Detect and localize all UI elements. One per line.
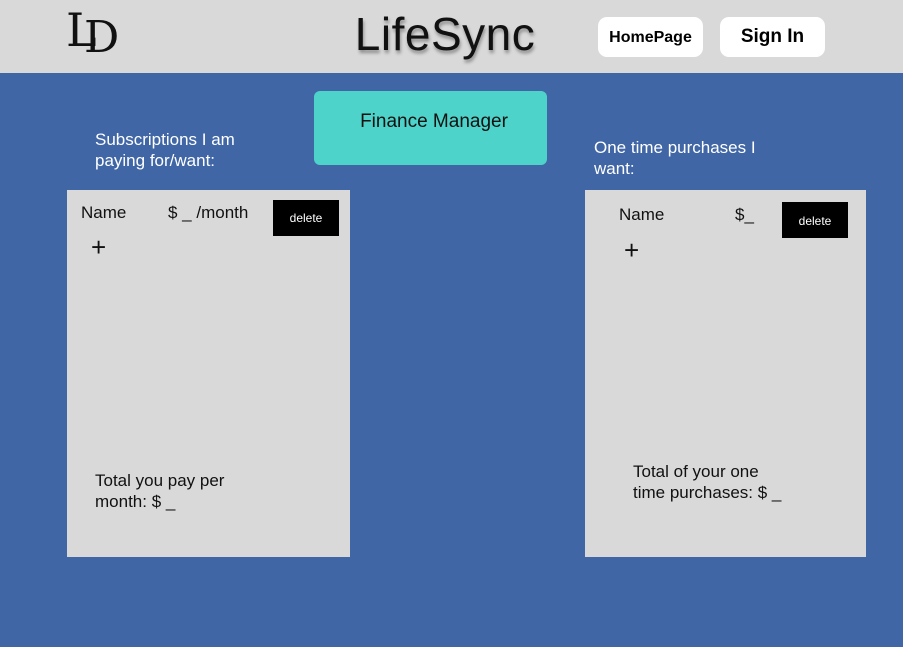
purchase-item-price: $_ [735, 205, 754, 224]
add-subscription-icon[interactable]: + [91, 234, 106, 260]
subscriptions-heading-line1: Subscriptions I am [95, 130, 235, 149]
one-time-total-line1: Total of your one [633, 462, 759, 481]
one-time-purchases-heading: One time purchases I want: [594, 137, 794, 179]
purchase-item-name: Name [619, 205, 665, 224]
finance-manager-button[interactable]: Finance Manager [314, 91, 547, 165]
homepage-button[interactable]: HomePage [598, 17, 703, 57]
logo-letter-d: D [84, 12, 120, 63]
header-bar: L D LifeSync HomePage Sign In [0, 0, 903, 73]
subscription-item-name: Name [81, 203, 127, 222]
one-time-total-line2: time purchases: $ _ [633, 483, 782, 502]
subscriptions-panel: Name $ _ /month delete + Total you pay p… [67, 190, 350, 557]
one-time-purchases-panel: Name $_ delete + Total of your one time … [585, 190, 866, 557]
subscriptions-total-line2: month: $ _ [95, 492, 176, 511]
one-time-total: Total of your one time purchases: $ _ [633, 461, 781, 503]
subscriptions-heading-line2: paying for/want: [95, 151, 216, 170]
subscriptions-heading: Subscriptions I am paying for/want: [95, 129, 295, 171]
subscriptions-total: Total you pay per month: $ _ [95, 470, 224, 512]
one-time-heading-line2: want: [594, 159, 635, 178]
subscription-delete-button[interactable]: delete [273, 200, 339, 236]
finance-manager-label: Finance Manager [360, 111, 508, 132]
subscription-item-price: $ _ /month [168, 203, 249, 222]
purchase-delete-button[interactable]: delete [782, 202, 848, 238]
subscriptions-total-line1: Total you pay per [95, 471, 225, 490]
sign-in-button[interactable]: Sign In [720, 17, 825, 57]
logo[interactable]: L D [66, 4, 130, 63]
app-title: LifeSync [354, 8, 536, 60]
add-purchase-icon[interactable]: + [624, 237, 639, 263]
one-time-heading-line1: One time purchases I [594, 138, 756, 157]
